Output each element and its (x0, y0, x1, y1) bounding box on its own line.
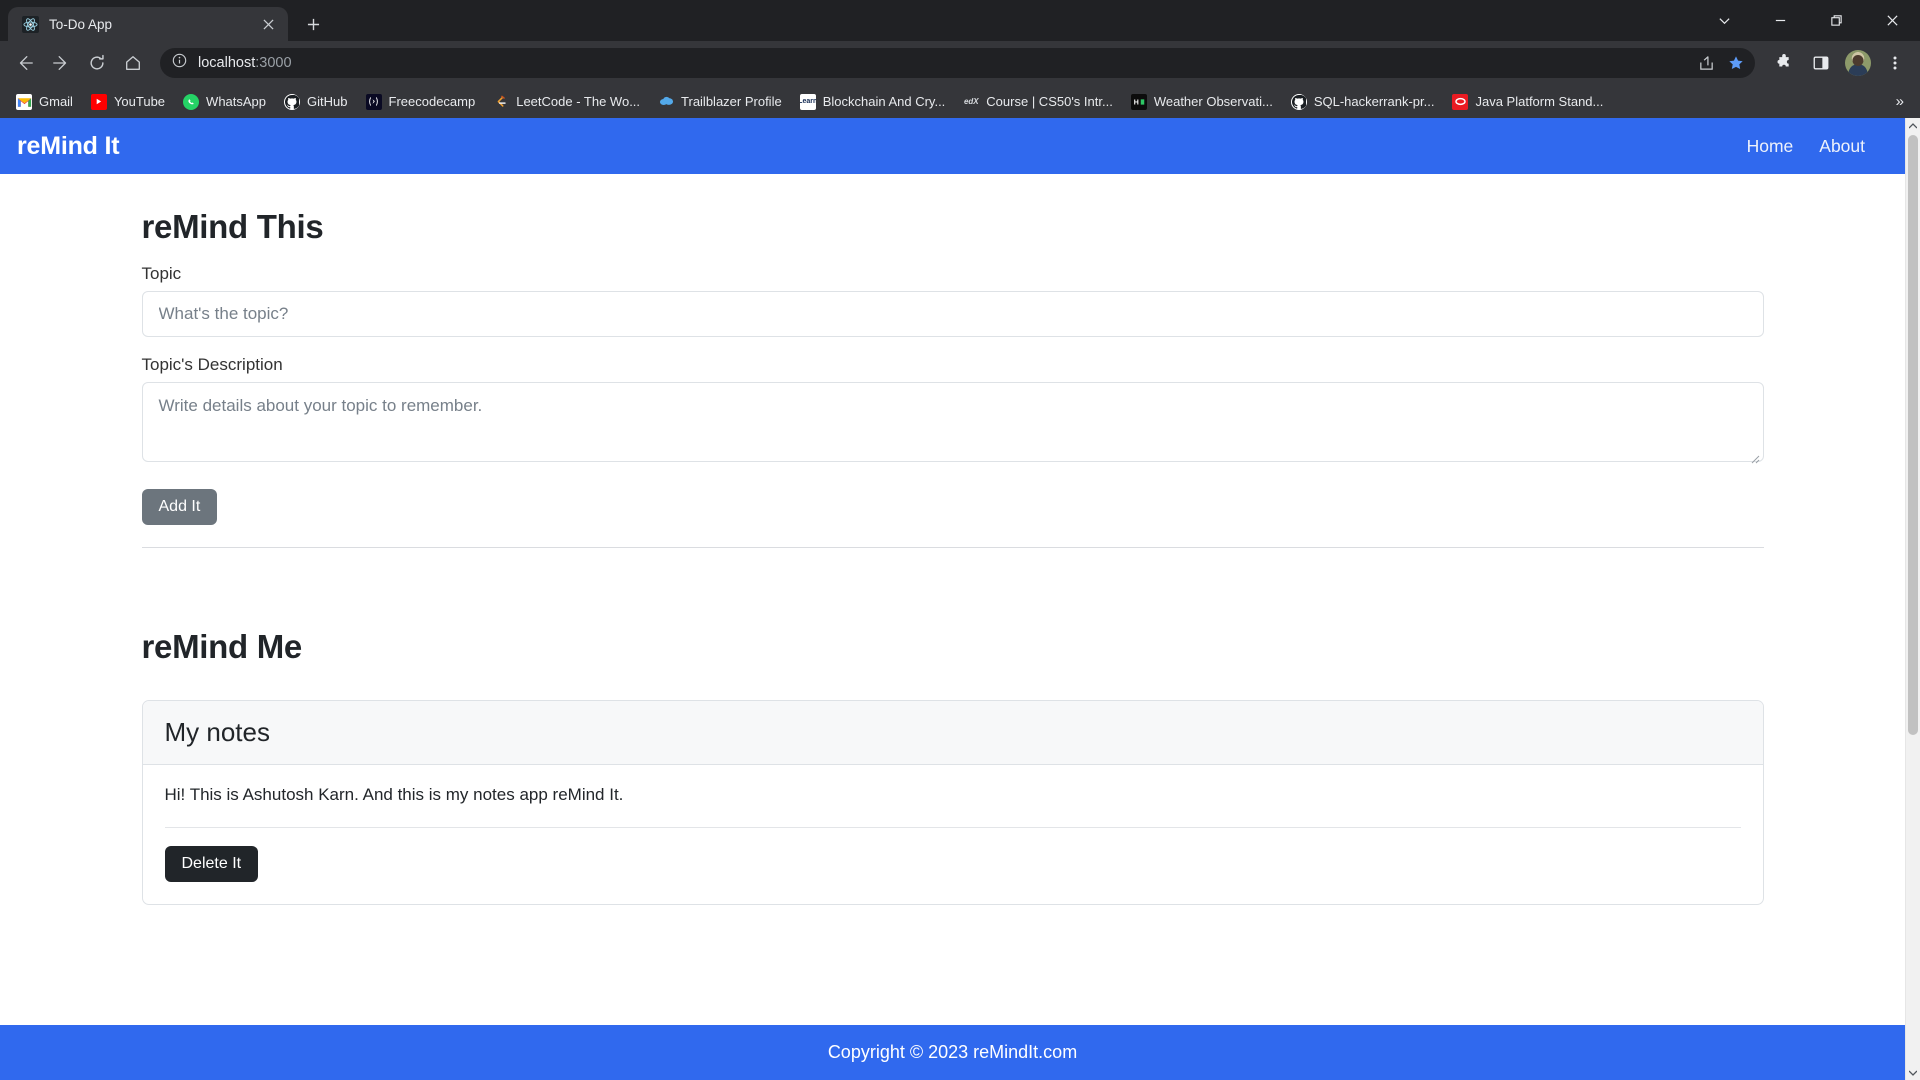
scrollbar-thumb[interactable] (1908, 135, 1918, 735)
bookmark-item[interactable]: SQL-hackerrank-pr... (1283, 90, 1443, 114)
bookmark-item[interactable]: YouTube (83, 90, 173, 114)
bookmark-label: Java Platform Stand... (1475, 94, 1604, 109)
bookmark-label: SQL-hackerrank-pr... (1313, 94, 1435, 109)
new-tab-button[interactable] (298, 9, 328, 39)
bookmark-label: GitHub (307, 94, 348, 109)
copyright-text: Copyright © 2023 reMindIt.com (827, 1042, 1078, 1062)
browser-tab[interactable]: To-Do App (8, 7, 288, 41)
forward-icon[interactable] (44, 46, 78, 80)
restore-icon[interactable] (1808, 0, 1864, 41)
salesforce-icon (658, 94, 674, 110)
bookmark-label: LeetCode - The Wo... (516, 94, 641, 109)
page-scrollbar[interactable] (1905, 118, 1920, 1080)
address-bar-url: localhost:3000 (198, 55, 292, 71)
site-footer: Copyright © 2023 reMindIt.com (0, 1025, 1905, 1080)
delete-it-button[interactable]: Delete It (164, 846, 259, 882)
description-label: Topic's Description (141, 355, 283, 374)
bookmarks-overflow-button[interactable]: » (1888, 91, 1912, 112)
bookmark-item[interactable]: H Weather Observati... (1123, 90, 1281, 114)
bookmark-label: YouTube (113, 94, 166, 109)
github-icon (284, 93, 301, 110)
toolbar-right-actions (1765, 46, 1912, 80)
svg-text:H: H (1134, 99, 1139, 106)
nav-link-home[interactable]: Home (1747, 136, 1794, 157)
site-brand[interactable]: reMind It (17, 132, 120, 161)
bookmark-star-icon[interactable] (1723, 50, 1749, 76)
bookmark-item[interactable]: Freecodecamp (358, 90, 484, 114)
url-host: localhost (198, 55, 256, 71)
chrome-menu-icon[interactable] (1878, 46, 1912, 80)
chevron-down-icon[interactable] (1696, 0, 1752, 41)
bookmark-label: WhatsApp (206, 94, 267, 109)
bookmark-item[interactable]: Learn Blockchain And Cry... (792, 90, 954, 114)
oracle-icon (1452, 93, 1469, 110)
textarea-resize-handle[interactable] (1748, 451, 1760, 464)
learn-icon: Learn (799, 93, 816, 110)
minimize-icon[interactable] (1752, 0, 1808, 41)
add-it-button[interactable]: Add It (141, 489, 218, 525)
tab-strip: To-Do App (0, 0, 1920, 41)
youtube-icon (90, 93, 107, 110)
note-card: My notes Hi! This is Ashutosh Karn. And … (141, 700, 1764, 905)
bookmark-label: Blockchain And Cry... (822, 94, 946, 109)
web-page: reMind It Home About reMind This Topic T… (0, 118, 1905, 1080)
bookmark-item[interactable]: Java Platform Stand... (1444, 90, 1611, 114)
bookmark-item[interactable]: edX Course | CS50's Intr... (955, 90, 1121, 114)
page-container: reMind This Topic Topic's Description Ad… (141, 174, 1764, 905)
description-textarea[interactable] (141, 382, 1764, 462)
url-port: :3000 (255, 55, 292, 71)
note-divider (164, 827, 1741, 828)
bookmark-item[interactable]: Trailblazer Profile (650, 90, 790, 114)
page-title-remind-this: reMind This (141, 208, 324, 245)
bookmark-label: Weather Observati... (1153, 94, 1273, 109)
page-title-remind-me: reMind Me (141, 628, 303, 665)
scroll-up-icon[interactable] (1906, 118, 1920, 133)
leetcode-icon (493, 94, 509, 110)
address-bar[interactable]: localhost:3000 (160, 48, 1755, 78)
nav-link-about[interactable]: About (1819, 136, 1865, 157)
bookmark-item[interactable]: GitHub (276, 90, 355, 114)
site-info-icon[interactable] (172, 53, 187, 73)
freecodecamp-icon (365, 93, 382, 110)
share-icon[interactable] (1693, 50, 1719, 76)
back-icon[interactable] (8, 46, 42, 80)
note-card-body: Hi! This is Ashutosh Karn. And this is m… (143, 765, 1763, 904)
browser-window: To-Do App localhost:3000 Gmail YouTube W… (0, 0, 1920, 1080)
hackerrank-icon: H (1130, 93, 1147, 110)
github-icon (1290, 93, 1307, 110)
bookmark-item[interactable]: LeetCode - The Wo... (485, 90, 648, 114)
note-card-title: My notes (142, 701, 1763, 765)
close-icon[interactable] (1864, 0, 1920, 41)
topic-label: Topic (141, 264, 182, 283)
home-icon[interactable] (116, 46, 150, 80)
bookmarks-bar: Gmail YouTube WhatsApp GitHub Freecodeca… (0, 85, 1920, 118)
bookmark-label: Freecodecamp (388, 94, 476, 109)
bookmark-label: Trailblazer Profile (681, 94, 782, 109)
scroll-down-icon[interactable] (1906, 1065, 1920, 1080)
close-icon[interactable] (258, 14, 278, 34)
bookmark-label: Course | CS50's Intr... (986, 94, 1113, 109)
bookmark-label: Gmail (39, 94, 73, 109)
edx-icon: edX (963, 97, 979, 106)
navbar-links: Home About (1747, 136, 1888, 157)
gmail-icon (16, 93, 32, 110)
side-panel-icon[interactable] (1804, 46, 1838, 80)
react-icon (22, 15, 39, 33)
page-viewport: reMind It Home About reMind This Topic T… (0, 118, 1920, 1080)
extensions-icon[interactable] (1767, 46, 1801, 80)
whatsapp-icon (183, 93, 200, 110)
profile-avatar[interactable] (1841, 46, 1875, 80)
bookmark-item[interactable]: Gmail (8, 90, 81, 114)
topic-input[interactable] (141, 291, 1764, 337)
site-navbar: reMind It Home About (0, 118, 1905, 174)
bookmark-item[interactable]: WhatsApp (175, 90, 274, 114)
reload-icon[interactable] (80, 46, 114, 80)
omnibox-actions (1693, 50, 1749, 76)
browser-toolbar: localhost:3000 (0, 41, 1920, 85)
tab-title: To-Do App (49, 16, 113, 32)
note-text: Hi! This is Ashutosh Karn. And this is m… (164, 785, 624, 804)
window-controls (1696, 0, 1920, 41)
